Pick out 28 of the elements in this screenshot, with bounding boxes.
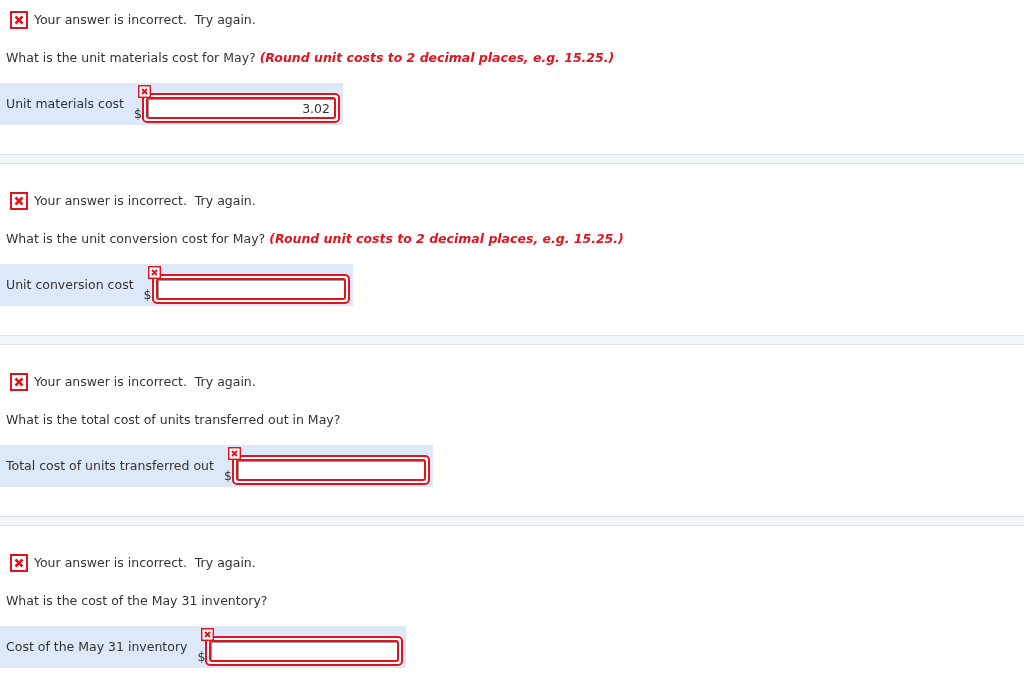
currency-symbol: $: [197, 648, 206, 667]
incorrect-icon: [10, 554, 28, 572]
input-field[interactable]: [231, 455, 430, 485]
question-text: What is the cost of the May 31 inventory?: [5, 592, 269, 610]
question-text: What is the total cost of units transferred out in May?: [5, 411, 342, 429]
answer-label: Total cost of units transferred out: [6, 457, 215, 475]
feedback-text: Your answer is incorrect. Try again.: [34, 553, 256, 572]
feedback-text: Your answer is incorrect. Try again.: [34, 372, 256, 391]
answer-label: Unit conversion cost: [6, 276, 135, 294]
currency-symbol: $: [134, 105, 142, 124]
incorrect-icon: [137, 85, 151, 98]
answer-label: Unit materials cost: [6, 95, 125, 113]
question-text: What is the unit conversion cost for May? (Round unit costs to 2 decimal places, e.g. 15.25.): [5, 230, 625, 248]
answer-label: Cost of the May 31 inventory: [6, 638, 189, 656]
incorrect-icon: [147, 266, 161, 279]
input-field[interactable]: 3.02: [141, 93, 340, 123]
incorrect-icon: [201, 628, 215, 641]
incorrect-icon: [10, 11, 28, 29]
incorrect-icon: [10, 192, 28, 210]
input-field[interactable]: [151, 274, 350, 304]
incorrect-icon: [10, 373, 28, 391]
input-field[interactable]: [205, 636, 404, 666]
feedback-text: Your answer is incorrect. Try again.: [34, 191, 256, 210]
question-text: What is the unit materials cost for May? (Round unit costs to 2 decimal places, e.g. 15.25.): [5, 49, 616, 67]
currency-symbol: $: [223, 467, 232, 486]
incorrect-icon: [227, 447, 241, 460]
currency-symbol: $: [143, 286, 152, 305]
feedback-text: Your answer is incorrect. Try again.: [34, 10, 256, 29]
